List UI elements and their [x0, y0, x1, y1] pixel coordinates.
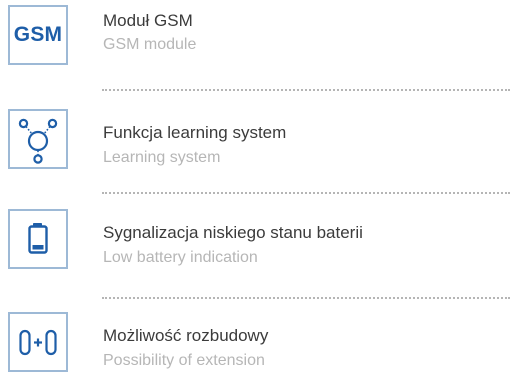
feature-title-pl: Sygnalizacja niskiego stanu baterii: [103, 223, 363, 242]
divider: [102, 89, 510, 91]
feature-extension: Możliwość rozbudowy Possibility of exten…: [0, 309, 510, 379]
feature-title-en: Low battery indication: [103, 249, 258, 266]
gsm-text-icon: GSM: [13, 23, 63, 46]
feature-title-pl: Moduł GSM: [103, 11, 193, 30]
extension-icon: [19, 329, 57, 356]
battery-icon-box: [8, 209, 68, 269]
feature-title-pl: Funkcja learning system: [103, 123, 287, 142]
feature-title-pl: Możliwość rozbudowy: [103, 326, 269, 345]
feature-title-en: Learning system: [103, 149, 221, 166]
learning-system-icon-box: [8, 109, 68, 169]
divider: [102, 192, 510, 194]
feature-low-battery: Sygnalizacja niskiego stanu baterii Low …: [0, 206, 510, 276]
divider: [102, 297, 510, 299]
gsm-icon-box: GSM: [8, 5, 68, 65]
feature-title-en: GSM module: [103, 36, 197, 53]
battery-icon: [28, 223, 48, 254]
feature-gsm-module: GSM Moduł GSM GSM module: [0, 0, 510, 70]
learning-system-icon: [18, 118, 58, 164]
feature-learning-system: Funkcja learning system Learning system: [0, 106, 510, 176]
feature-list: GSM Moduł GSM GSM module Funkcja learnin…: [0, 0, 510, 379]
feature-title-en: Possibility of extension: [103, 352, 265, 369]
extension-icon-box: [8, 312, 68, 372]
